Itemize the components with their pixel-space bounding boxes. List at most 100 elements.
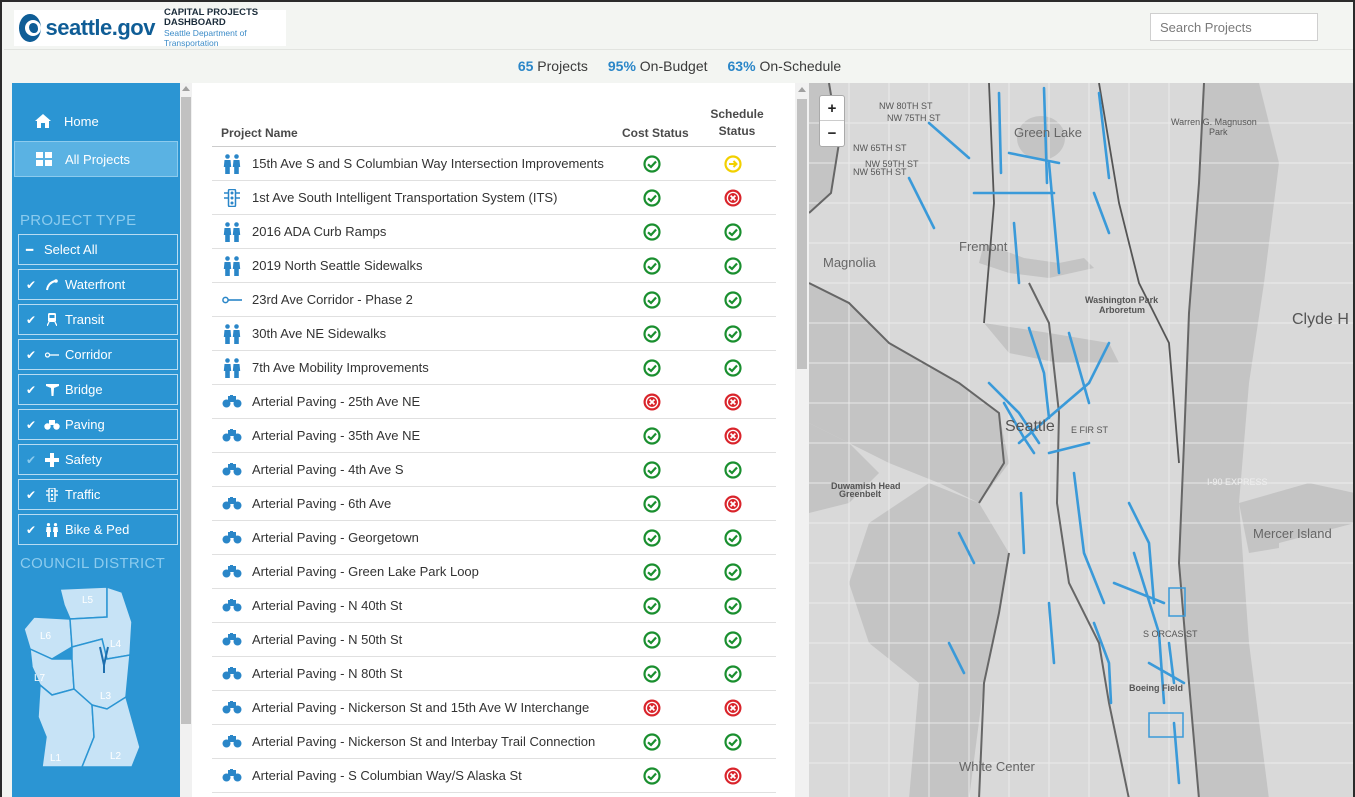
project-name[interactable]: Arterial Paving - N 80th St [252, 666, 402, 681]
project-name[interactable]: 23rd Ave Corridor - Phase 2 [252, 292, 413, 307]
project-name[interactable]: 15th Ave S and S Columbian Way Intersect… [252, 156, 604, 171]
check-icon: ✔ [26, 487, 37, 502]
project-name[interactable]: Arterial Paving - N 50th St [252, 632, 402, 647]
filter-select-all[interactable]: ━ Select All [18, 234, 178, 265]
map-canvas[interactable] [809, 83, 1355, 797]
table-row[interactable]: Arterial Paving - S Columbian Way/S Alas… [212, 759, 776, 793]
project-name[interactable]: Arterial Paving - S Columbian Way/S Alas… [252, 768, 522, 783]
scroll-thumb[interactable] [797, 99, 807, 369]
col-project-name[interactable]: Project Name [221, 126, 298, 140]
projects-table: Project Name Cost Status Schedule Status… [192, 83, 795, 797]
project-name[interactable]: Arterial Paving - Nickerson St and Inter… [252, 734, 595, 749]
council-district-title: COUNCIL DISTRICT [20, 554, 166, 572]
zoom-out-button[interactable]: − [820, 121, 844, 146]
filter-label: Bridge [65, 382, 103, 397]
bridge-icon [44, 383, 60, 396]
filter-safety[interactable]: ✔ Safety [18, 444, 178, 475]
paving-icon [220, 395, 244, 408]
globe-icon [19, 14, 41, 42]
table-row[interactable]: Arterial Paving - Georgetown [212, 521, 776, 555]
table-row[interactable]: 30th Ave NE Sidewalks [212, 317, 776, 351]
seattle-logo[interactable]: seattle.gov CAPITAL PROJECTS DASHBOARD S… [14, 8, 286, 48]
project-name[interactable]: Arterial Paving - 4th Ave S [252, 462, 404, 477]
filter-corridor[interactable]: ✔ Corridor [18, 339, 178, 370]
col-cost-status[interactable]: Cost Status [622, 126, 689, 140]
project-map[interactable]: + − NW 80TH ST NW 75TH ST NW 65TH ST NW … [809, 83, 1355, 797]
check-icon: ✔ [26, 382, 37, 397]
project-name[interactable]: Arterial Paving - N 40th St [252, 598, 402, 613]
project-name[interactable]: Arterial Paving - Nickerson St and 15th … [252, 700, 589, 715]
filter-waterfront[interactable]: ✔ Waterfront [18, 269, 178, 300]
table-scrollbar[interactable] [795, 83, 809, 797]
filter-label: Paving [65, 417, 105, 432]
table-row[interactable]: Arterial Paving - 25th Ave NE [212, 385, 776, 419]
sidebar-scrollbar[interactable] [180, 83, 192, 797]
project-name[interactable]: 7th Ave Mobility Improvements [252, 360, 429, 375]
table-row[interactable]: 7th Ave Mobility Improvements [212, 351, 776, 385]
check-icon: ✔ [26, 347, 37, 362]
summary-bar: 65 Projects 95% On-Budget 63% On-Schedul… [4, 51, 1353, 81]
project-name[interactable]: Arterial Paving - 25th Ave NE [252, 394, 420, 409]
safety-icon [44, 452, 60, 467]
table-header: Project Name Cost Status Schedule Status [212, 107, 776, 147]
scroll-thumb[interactable] [181, 97, 191, 724]
schedule-status-bad-icon [724, 393, 742, 411]
table-row[interactable]: Arterial Paving - S Dearborn St [212, 793, 776, 797]
table-row[interactable]: Arterial Paving - Nickerson St and Inter… [212, 725, 776, 759]
project-name[interactable]: Arterial Paving - 35th Ave NE [252, 428, 420, 443]
project-name[interactable]: 2016 ADA Curb Ramps [252, 224, 386, 239]
map-label-i90: I-90 EXPRESS [1207, 477, 1268, 487]
table-row[interactable]: 23rd Ave Corridor - Phase 2 [212, 283, 776, 317]
filter-paving[interactable]: ✔ Paving [18, 409, 178, 440]
table-row[interactable]: Arterial Paving - 35th Ave NE [212, 419, 776, 453]
table-row[interactable]: Arterial Paving - N 50th St [212, 623, 776, 657]
filter-traffic[interactable]: ✔ Traffic [18, 479, 178, 510]
table-row[interactable]: 1st Ave South Intelligent Transportation… [212, 181, 776, 215]
project-name[interactable]: Arterial Paving - Georgetown [252, 530, 419, 545]
on-schedule-stat: 63% On-Schedule [727, 58, 842, 74]
table-row[interactable]: Arterial Paving - 4th Ave S [212, 453, 776, 487]
cost-status-ok-icon [643, 189, 661, 207]
nav-home[interactable]: Home [14, 103, 178, 139]
waterfront-icon [44, 278, 60, 291]
table-row[interactable]: Arterial Paving - N 40th St [212, 589, 776, 623]
table-row[interactable]: 15th Ave S and S Columbian Way Intersect… [212, 147, 776, 181]
table-row[interactable]: Arterial Paving - 6th Ave [212, 487, 776, 521]
project-name[interactable]: Arterial Paving - Green Lake Park Loop [252, 564, 479, 579]
table-row[interactable]: 2016 ADA Curb Ramps [212, 215, 776, 249]
table-row[interactable]: Arterial Paving - N 80th St [212, 657, 776, 691]
transit-icon [44, 313, 60, 326]
traffic-icon [44, 487, 60, 502]
table-body: 15th Ave S and S Columbian Way Intersect… [212, 147, 776, 797]
project-name[interactable]: Arterial Paving - 6th Ave [252, 496, 391, 511]
schedule-status-ok-icon [724, 291, 742, 309]
project-name[interactable]: 30th Ave NE Sidewalks [252, 326, 386, 341]
council-district-map[interactable]: L5 L6 L4 L7 L3 L1 L2 [12, 577, 178, 772]
grid-icon [33, 152, 55, 166]
district-label-l5: L5 [82, 595, 94, 606]
check-icon: ✔ [26, 522, 37, 537]
zoom-in-button[interactable]: + [820, 96, 844, 121]
table-row[interactable]: Arterial Paving - Nickerson St and 15th … [212, 691, 776, 725]
nav-all-projects[interactable]: All Projects [14, 141, 178, 177]
map-label-s-orcas: S ORCAS ST [1143, 629, 1198, 639]
bike-ped-icon [220, 323, 244, 344]
col-schedule-status[interactable]: Schedule Status [702, 106, 772, 140]
schedule-status-warn-icon [724, 155, 742, 173]
bike-ped-icon [44, 522, 60, 537]
table-row[interactable]: Arterial Paving - Green Lake Park Loop [212, 555, 776, 589]
map-label-nw75: NW 75TH ST [887, 113, 941, 123]
search-input[interactable] [1150, 13, 1318, 41]
scroll-up-arrow[interactable] [182, 86, 190, 91]
filter-transit[interactable]: ✔ Transit [18, 304, 178, 335]
project-name[interactable]: 1st Ave South Intelligent Transportation… [252, 190, 557, 205]
map-label-white-center: White Center [959, 759, 1035, 774]
project-name[interactable]: 2019 North Seattle Sidewalks [252, 258, 423, 273]
scroll-up-arrow[interactable] [798, 87, 806, 92]
cost-status-ok-icon [643, 427, 661, 445]
table-row[interactable]: 2019 North Seattle Sidewalks [212, 249, 776, 283]
filter-bridge[interactable]: ✔ Bridge [18, 374, 178, 405]
cost-status-ok-icon [643, 767, 661, 785]
filter-bike-ped[interactable]: ✔ Bike & Ped [18, 514, 178, 545]
cost-status-ok-icon [643, 495, 661, 513]
